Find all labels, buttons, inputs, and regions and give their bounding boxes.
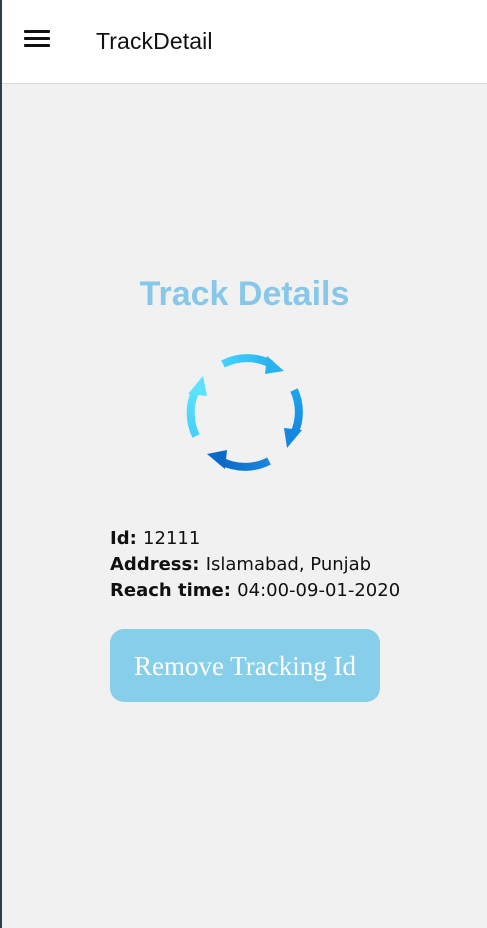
- reach-time-label: Reach time:: [110, 580, 238, 601]
- menu-line: [24, 30, 50, 33]
- window-edge: [0, 0, 2, 928]
- menu-line: [24, 37, 50, 40]
- id-value: 12111: [143, 528, 201, 549]
- hamburger-menu-icon[interactable]: [24, 29, 50, 49]
- address-row: Address: Islamabad, Punjab: [110, 552, 400, 578]
- address-value: Islamabad, Punjab: [205, 554, 372, 575]
- reach-time-row: Reach time: 04:00-09-01-2020: [110, 578, 400, 604]
- id-label: Id:: [110, 528, 144, 549]
- tracking-details: Id: 12111 Address: Islamabad, Punjab Rea…: [110, 526, 400, 604]
- page-title: TrackDetail: [96, 28, 213, 54]
- track-details-heading: Track Details: [139, 275, 350, 313]
- menu-line: [24, 44, 50, 47]
- address-label: Address:: [110, 554, 206, 575]
- refresh-sync-icon: [186, 354, 303, 471]
- remove-tracking-id-button[interactable]: Remove Tracking Id: [110, 629, 380, 702]
- app-bar: TrackDetail: [2, 0, 487, 84]
- reach-time-value: 04:00-09-01-2020: [237, 580, 401, 601]
- id-row: Id: 12111: [110, 526, 400, 552]
